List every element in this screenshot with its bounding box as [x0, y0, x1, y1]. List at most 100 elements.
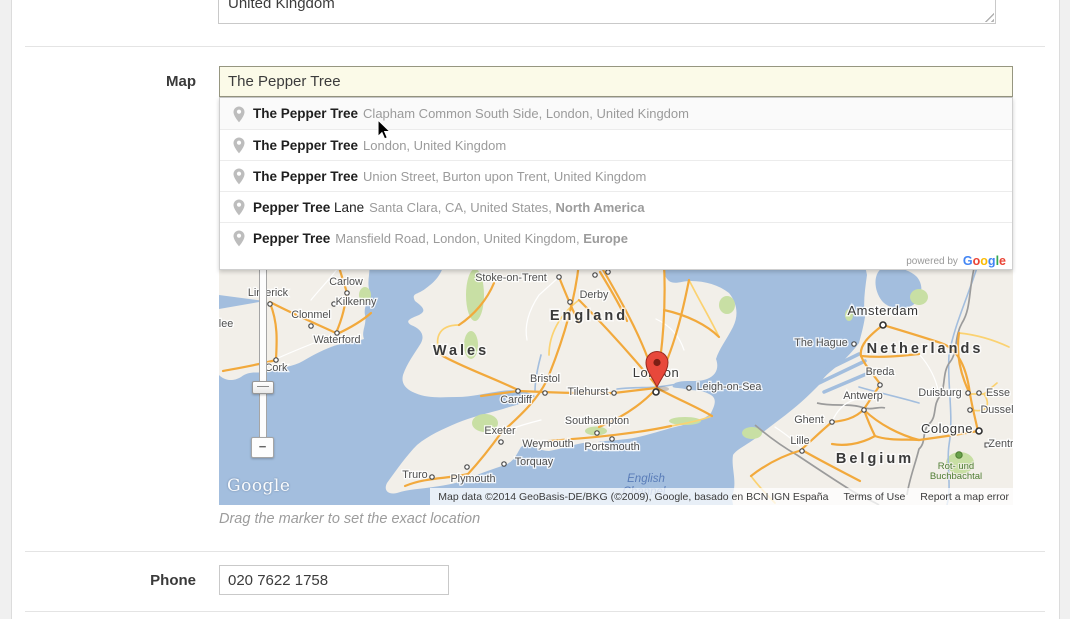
map-label: Stoke-on-Trent: [475, 272, 547, 284]
map-zoom-out-button[interactable]: −: [251, 437, 274, 458]
map-label: Southampton: [565, 415, 629, 427]
city-dot: [557, 275, 561, 279]
map-image[interactable]: alee Limerick Carlow Kilkenny Clonmel Waterfo…: [219, 255, 1013, 505]
suggestion-secondary-text: Union Street, Burton upon Trent, United …: [363, 169, 646, 184]
city-dot: [880, 322, 886, 328]
city-dot: [687, 386, 691, 390]
suggestion-main-text: Pepper Tree: [253, 231, 330, 246]
map-label: Weymouth: [522, 438, 573, 450]
autocomplete-suggestion[interactable]: The Pepper Tree Union Street, Burton upon…: [220, 160, 1012, 191]
map-label: The Hague: [794, 337, 847, 349]
map-label: England: [550, 308, 628, 324]
address-textarea[interactable]: United Kingdom: [218, 0, 996, 24]
city-dot: [606, 270, 610, 274]
google-logo: Google: [963, 252, 1006, 270]
city-dot: [966, 391, 970, 395]
map-label: Belgium: [836, 451, 914, 467]
section-divider: [25, 551, 1045, 552]
map-drag-hint: Drag the marker to set the exact locatio…: [219, 511, 480, 527]
city-dot: [568, 300, 572, 304]
map-label: English: [627, 473, 665, 485]
map-label: Zentr: [988, 438, 1013, 450]
map-label: Derby: [580, 289, 609, 301]
map-label: Antwerp: [843, 390, 883, 402]
map-label: Breda: [866, 366, 895, 378]
place-pin-icon: [233, 106, 245, 123]
map-label: Dussel: [980, 404, 1013, 416]
city-dot: [499, 440, 503, 444]
suggestion-secondary-text: Mansfield Road, London, United Kingdom, …: [335, 231, 628, 246]
map-zoom-slider-track[interactable]: [259, 255, 267, 443]
place-pin-icon: [233, 199, 245, 216]
autocomplete-suggestion[interactable]: The Pepper Tree London, United Kingdom: [220, 129, 1012, 160]
map-label: alee: [219, 318, 233, 330]
map-label: Leigh-on-Sea: [697, 381, 762, 393]
city-dot: [268, 302, 272, 306]
map-label: Amsterdam: [848, 303, 919, 318]
map-label: Limerick: [248, 287, 289, 299]
city-dot: [465, 465, 469, 469]
section-divider: [25, 46, 1045, 47]
map-label: Portsmouth: [584, 441, 639, 453]
map-zoom-slider-thumb[interactable]: [252, 381, 274, 394]
map-label: Buchbachtal: [930, 471, 982, 482]
phone-input[interactable]: [219, 565, 449, 595]
place-pin-icon: [233, 168, 245, 185]
autocomplete-suggestion[interactable]: Pepper Tree LaneSanta Clara, CA, United …: [220, 191, 1012, 222]
section-divider: [25, 611, 1045, 612]
map-search-input[interactable]: [219, 66, 1013, 97]
city-dot: [800, 449, 804, 453]
map-label: Ghent: [794, 414, 823, 426]
map-label: Bristol: [530, 373, 560, 385]
phone-field-label: Phone: [40, 572, 196, 589]
city-dot: [309, 324, 313, 328]
map-label: Clonmel: [291, 309, 331, 321]
map-label: Wales: [433, 343, 489, 359]
map-label: Lille: [790, 435, 809, 447]
google-maps-logo[interactable]: Google: [227, 476, 290, 496]
city-dot: [430, 475, 434, 479]
city-dot: [516, 389, 520, 393]
city-dot: [968, 408, 972, 412]
autocomplete-suggestion[interactable]: Pepper Tree Mansfield Road, London, Unite…: [220, 222, 1012, 253]
map-label: Torquay: [515, 456, 554, 468]
place-pin-icon: [233, 137, 245, 154]
autocomplete-suggestion[interactable]: The Pepper TreeClapham Common South Side…: [220, 98, 1012, 129]
city-dot: [543, 391, 547, 395]
suggestion-main-text: Pepper Tree Lane: [253, 200, 364, 215]
city-dot: [976, 428, 982, 434]
city-dot: [878, 383, 882, 387]
map-attribution-bar: Map data ©2014 GeoBasis-DE/BKG (©2009), …: [430, 488, 1013, 505]
powered-by-text: powered by: [906, 256, 958, 267]
report-map-error-link[interactable]: Report a map error: [920, 491, 1009, 503]
place-pin-icon: [233, 230, 245, 247]
map-label: Cologne: [921, 421, 973, 436]
powered-by-google-bar: powered by Google: [220, 253, 1012, 269]
map-label: Carlow: [329, 276, 363, 288]
city-dot: [502, 462, 506, 466]
map-label: Waterford: [314, 334, 361, 346]
map-label: Duisburg: [918, 387, 961, 399]
suggestion-main-text: The Pepper Tree: [253, 138, 358, 153]
map-label: Exeter: [484, 425, 516, 437]
park-marker-icon: [956, 452, 962, 458]
city-dot: [862, 408, 866, 412]
page-gutter-left: [0, 0, 12, 619]
autocomplete-dropdown: The Pepper Tree Clapham Common South Side…: [219, 97, 1013, 270]
map-label: Truro: [402, 469, 427, 481]
city-dot: [595, 431, 599, 435]
suggestion-secondary-text: London, United Kingdom: [363, 138, 506, 153]
map-canvas[interactable]: alee Limerick Carlow Kilkenny Clonmel Waterfo…: [219, 255, 1013, 505]
map-attribution-text: Map data ©2014 GeoBasis-DE/BKG (©2009), …: [438, 491, 828, 503]
map-label: Kilkenny: [336, 296, 377, 308]
map-label: Netherlands: [867, 341, 984, 357]
terms-of-use-link[interactable]: Terms of Use: [843, 491, 905, 503]
map-label: Esse: [986, 387, 1010, 399]
map-label: Cork: [265, 362, 288, 374]
map-label: Tilehurst: [568, 386, 609, 398]
suggestion-main-text: The Pepper Tree: [253, 169, 358, 184]
city-dot: [345, 291, 349, 295]
suggestion-secondary-text: Clapham Common South Side, London, Unite…: [363, 106, 689, 121]
city-dot: [593, 273, 597, 277]
map-field-label: Map: [40, 73, 196, 90]
